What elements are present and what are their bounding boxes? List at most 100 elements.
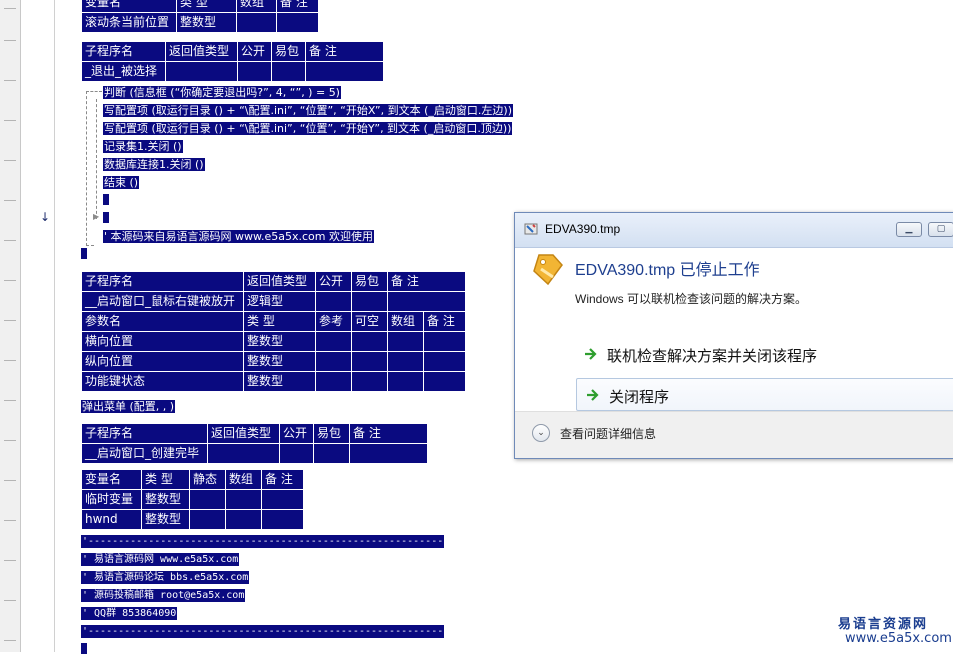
dialog-title: EDVA390.tmp	[545, 222, 621, 236]
table-cell[interactable]	[387, 371, 424, 392]
table-cell[interactable]	[271, 61, 306, 82]
empty-line-marker[interactable]	[81, 643, 87, 654]
table-cell[interactable]	[387, 291, 466, 312]
table-cell[interactable]	[423, 331, 466, 352]
table-cell: 子程序名	[81, 41, 166, 62]
empty-line-marker[interactable]	[103, 212, 109, 223]
table-cell[interactable]: 临时变量	[81, 489, 142, 510]
table-cell[interactable]: __启动窗口_鼠标右键被放开	[81, 291, 244, 312]
table-cell[interactable]	[387, 331, 424, 352]
table-cell[interactable]	[225, 489, 262, 510]
empty-line-marker[interactable]	[81, 248, 87, 259]
code-line-popup-menu[interactable]: 弹出菜单 (配置, , )	[81, 400, 176, 413]
table-cell[interactable]: 纵向位置	[81, 351, 244, 372]
table-cell: 易包	[271, 41, 306, 62]
table-cell[interactable]	[279, 443, 314, 464]
table-cell[interactable]: 逻辑型	[243, 291, 316, 312]
table-cell[interactable]: 整数型	[176, 12, 237, 33]
app-icon	[524, 223, 538, 235]
table-cell[interactable]	[313, 443, 350, 464]
table-cell[interactable]	[351, 371, 388, 392]
code-line-write-config-x[interactable]: 写配置项 (取运行目录 () + “\配置.ini”, “位置”, “开始X”,…	[103, 104, 513, 117]
table-cell[interactable]: 整数型	[243, 351, 316, 372]
table-cell[interactable]	[237, 61, 272, 82]
table-cell[interactable]	[423, 351, 466, 372]
table-cell[interactable]	[315, 351, 352, 372]
table-cell: 易包	[313, 423, 350, 444]
table-cell: 公开	[315, 271, 352, 292]
code-comment-forum[interactable]: ' 易语言源码论坛 bbs.e5a5x.com	[81, 571, 250, 584]
table-cell[interactable]	[351, 291, 388, 312]
code-comment-divider[interactable]: '---------------------------------------…	[81, 535, 445, 548]
table-cell: 公开	[237, 41, 272, 62]
table-cell[interactable]	[276, 12, 319, 33]
table-cell[interactable]	[423, 371, 466, 392]
code-comment-divider[interactable]: '---------------------------------------…	[81, 625, 445, 638]
table-cell[interactable]	[236, 12, 277, 33]
minimize-button[interactable]: ▁	[896, 222, 922, 237]
table-cell[interactable]	[349, 443, 428, 464]
check-online-option[interactable]: 联机检查解决方案并关闭该程序	[575, 338, 953, 371]
variable-table-top: 变量名 类 型 数组 备 注 滚动条当前位置 整数型	[81, 0, 319, 33]
expand-details-button[interactable]: ⌄	[532, 424, 550, 442]
table-cell[interactable]	[315, 331, 352, 352]
table-cell[interactable]: 横向位置	[81, 331, 244, 352]
table-cell[interactable]: _退出_被选择	[81, 61, 166, 82]
dialog-titlebar[interactable]: EDVA390.tmp ▁ ▢	[515, 213, 953, 248]
table-cell[interactable]	[351, 331, 388, 352]
view-details-link[interactable]: 查看问题详细信息	[560, 425, 656, 442]
table-row[interactable]: 功能键状态 整数型	[81, 371, 466, 392]
table-cell: 返回值类型	[165, 41, 238, 62]
table-cell[interactable]: 整数型	[141, 489, 190, 510]
table-cell[interactable]: 整数型	[243, 331, 316, 352]
maximize-button[interactable]: ▢	[928, 222, 953, 237]
code-line-close-recordset[interactable]: 记录集1.关闭 ()	[103, 140, 183, 153]
table-header-row: 参数名 类 型 参考 可空 数组 备 注	[81, 311, 466, 332]
subroutine-table-exit: 子程序名 返回值类型 公开 易包 备 注 _退出_被选择	[81, 41, 384, 82]
table-row[interactable]: 滚动条当前位置 整数型	[81, 12, 319, 33]
table-cell[interactable]: 功能键状态	[81, 371, 244, 392]
table-cell: 公开	[279, 423, 314, 444]
code-comment-source[interactable]: ' 本源码来自易语言源码网 www.e5a5x.com 欢迎使用	[103, 230, 374, 243]
table-cell: 可空	[351, 311, 388, 332]
table-cell[interactable]	[305, 61, 384, 82]
table-cell: 数组	[387, 311, 424, 332]
code-line-write-config-y[interactable]: 写配置项 (取运行目录 () + “\配置.ini”, “位置”, “开始Y”,…	[103, 122, 513, 135]
table-cell[interactable]	[261, 489, 304, 510]
table-row[interactable]: 临时变量 整数型	[81, 489, 304, 510]
code-line-end[interactable]: 结束 ()	[103, 176, 140, 189]
table-cell[interactable]: 整数型	[243, 371, 316, 392]
table-row[interactable]: 纵向位置 整数型	[81, 351, 466, 372]
table-cell[interactable]	[387, 351, 424, 372]
table-cell[interactable]: hwnd	[81, 509, 142, 530]
table-cell[interactable]: __启动窗口_创建完毕	[81, 443, 208, 464]
code-comment-qq[interactable]: ' QQ群 853864090	[81, 607, 178, 620]
table-cell[interactable]	[315, 371, 352, 392]
table-row[interactable]: 横向位置 整数型	[81, 331, 466, 352]
left-gutter[interactable]	[0, 0, 21, 652]
code-line-close-db[interactable]: 数据库连接1.关闭 ()	[103, 158, 205, 171]
table-cell[interactable]	[189, 489, 226, 510]
table-cell[interactable]	[225, 509, 262, 530]
table-cell[interactable]	[165, 61, 238, 82]
table-cell[interactable]	[189, 509, 226, 530]
code-line-if[interactable]: 判断 (信息框 (“你确定要退出吗?”, 4, “”, ) = 5)	[103, 86, 341, 99]
code-comment-site[interactable]: ' 易语言源码网 www.e5a5x.com	[81, 553, 240, 566]
empty-line-marker[interactable]	[103, 194, 109, 205]
table-cell[interactable]	[351, 351, 388, 372]
code-comment-email[interactable]: ' 源码投稿邮箱 root@e5a5x.com	[81, 589, 246, 602]
table-row[interactable]: _退出_被选择	[81, 61, 384, 82]
table-cell[interactable]	[315, 291, 352, 312]
table-row[interactable]: hwnd 整数型	[81, 509, 304, 530]
table-cell: 静态	[189, 469, 226, 490]
table-cell[interactable]	[207, 443, 280, 464]
table-cell[interactable]: 整数型	[141, 509, 190, 530]
close-program-option[interactable]: 关闭程序	[576, 378, 953, 411]
table-cell[interactable]: 滚动条当前位置	[81, 12, 177, 33]
table-cell[interactable]	[261, 509, 304, 530]
table-cell: 返回值类型	[243, 271, 316, 292]
table-cell: 参数名	[81, 311, 244, 332]
table-row[interactable]: __启动窗口_创建完毕	[81, 443, 428, 464]
table-row[interactable]: __启动窗口_鼠标右键被放开 逻辑型	[81, 291, 466, 312]
table-cell: 数组	[236, 0, 277, 13]
